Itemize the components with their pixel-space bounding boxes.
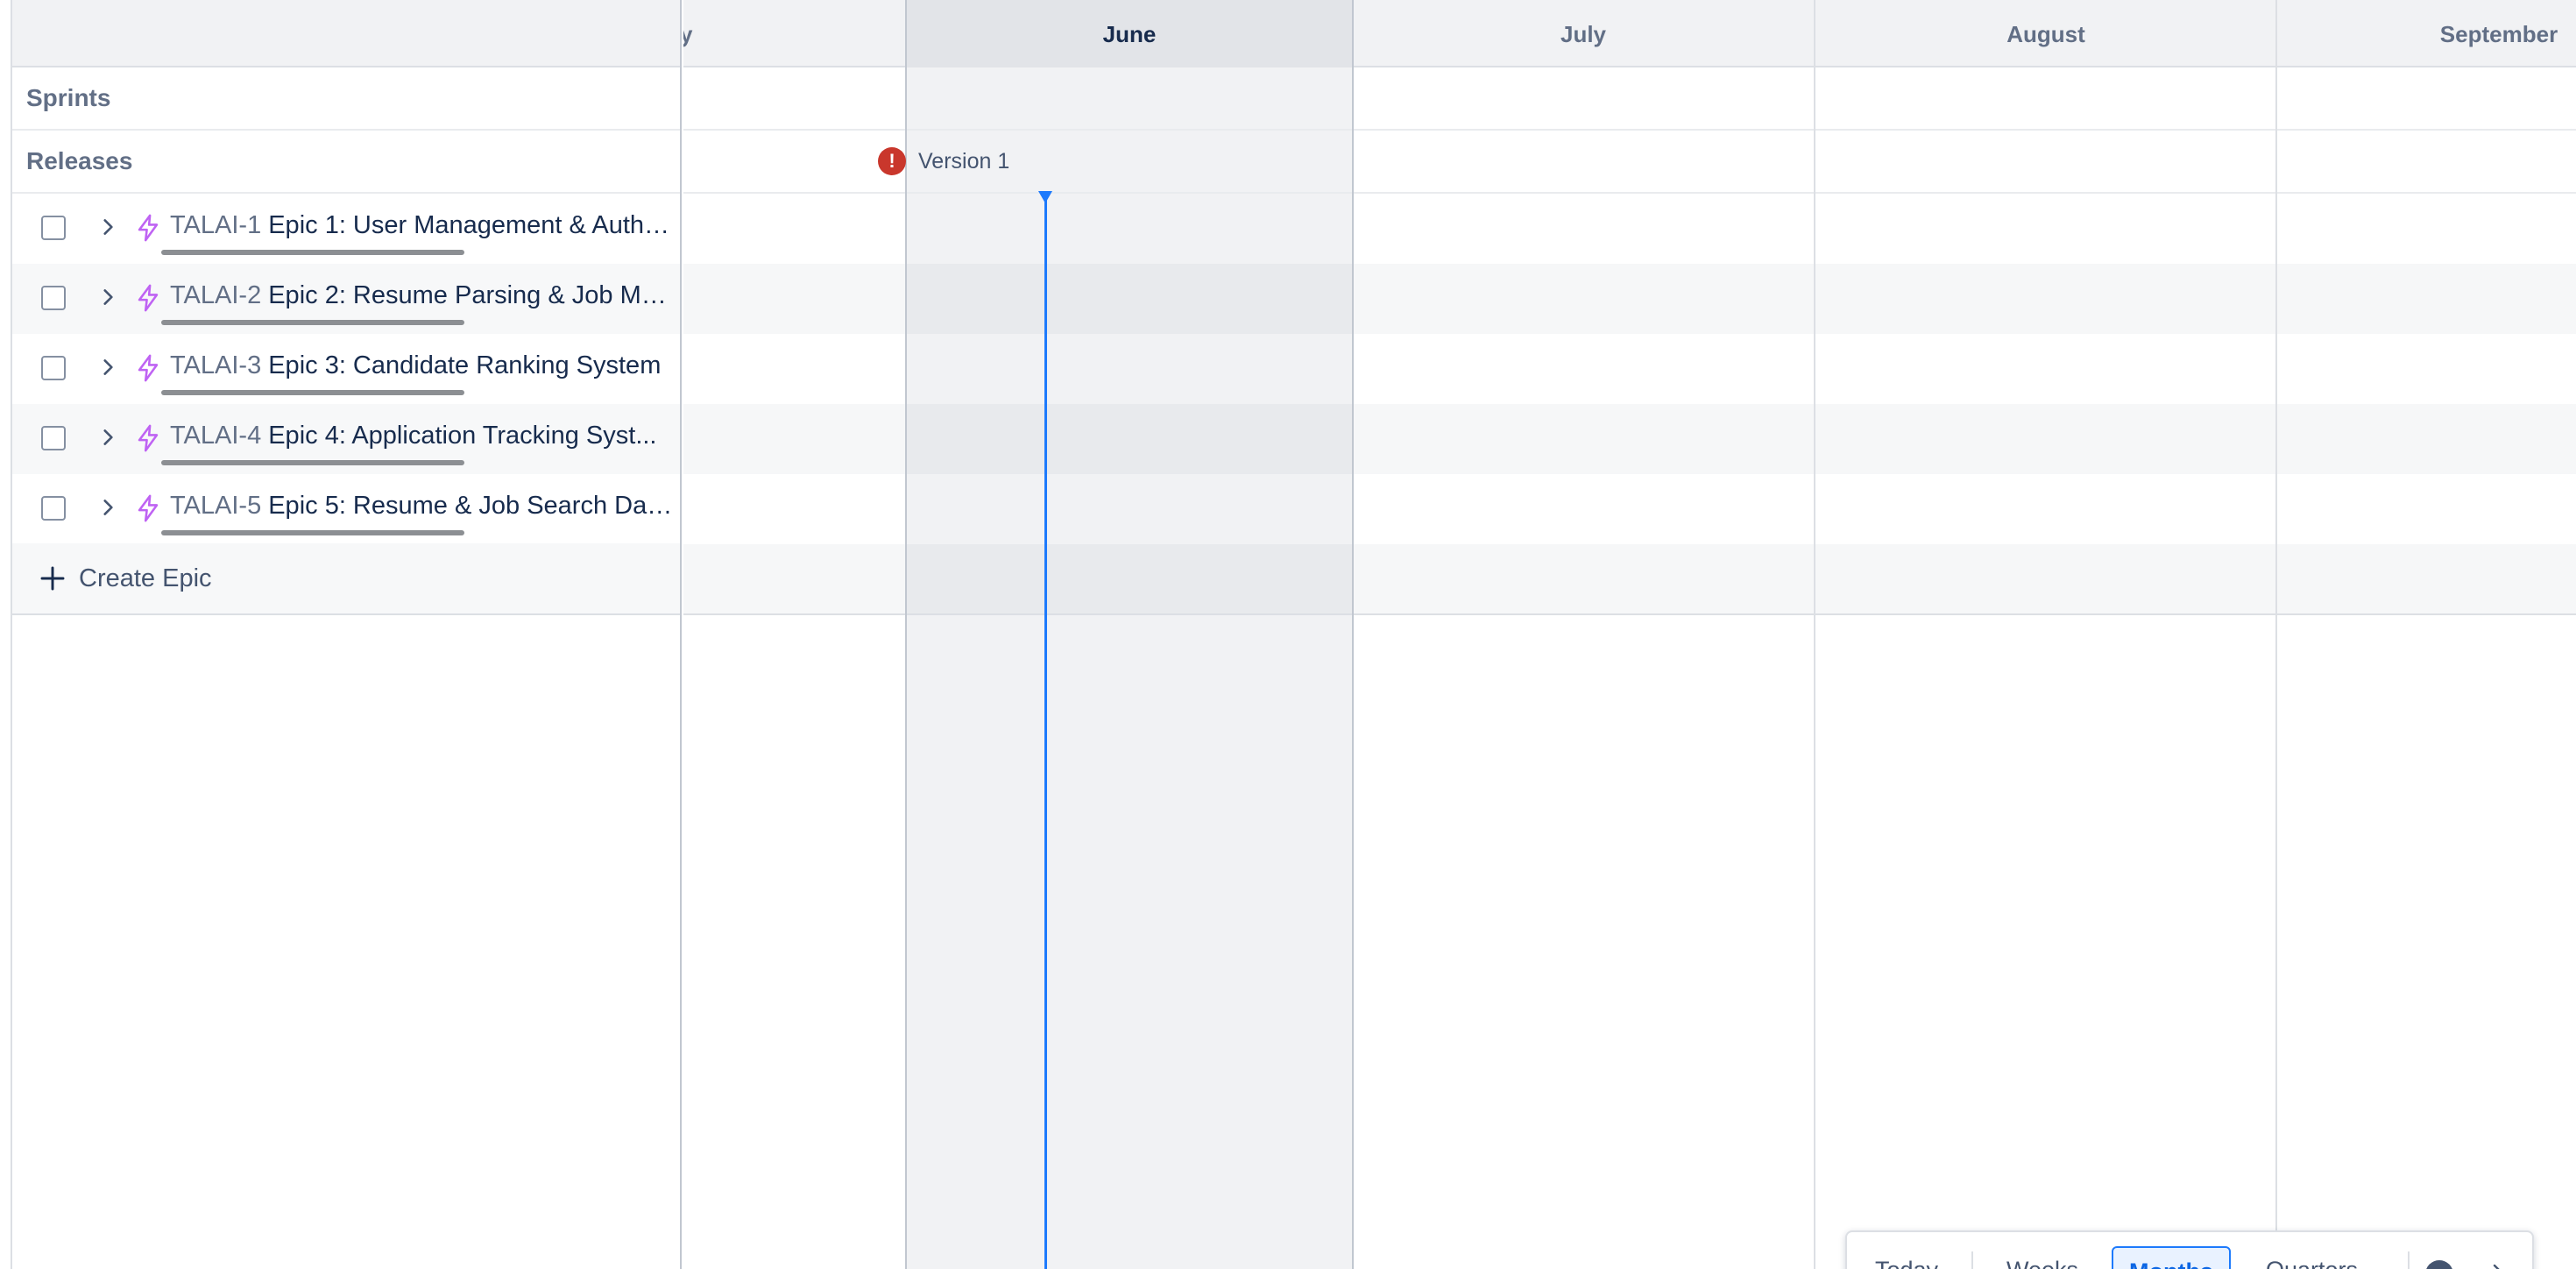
toolbar-divider [2408,1251,2410,1269]
month-label-june: June [1102,21,1157,47]
epic-key: TALAI-2 [170,281,262,309]
chevron-right-icon[interactable] [96,215,119,239]
epic-title-link[interactable]: TALAI-2 Epic 2: Resume Parsing & Job Ma..… [170,281,674,310]
create-epic-button[interactable]: Create Epic [12,543,680,615]
timeline-row-stripe [683,264,2576,334]
epic-checkbox[interactable] [41,286,66,310]
epic-title-link[interactable]: TALAI-4 Epic 4: Application Tracking Syst… [170,422,674,450]
epic-title: Epic 4: Application Tracking Syst... [268,422,657,450]
epic-progress-bar [161,460,464,465]
zoom-months-button[interactable]: Months [2112,1246,2231,1269]
epic-checkbox[interactable] [41,496,66,521]
epic-checkbox[interactable] [41,426,66,450]
epic-lightning-icon [138,214,159,242]
current-month-band [906,0,1353,1269]
roadmap-view: Sprints Releases TALAI-1 Epic 1: User Man… [0,0,2576,1269]
epic-lightning-icon [138,424,159,452]
epic-key: TALAI-3 [170,351,262,379]
timeline-zoom-toolbar: Today Weeks Months Quarters [1845,1230,2534,1269]
zoom-weeks-button[interactable]: Weeks [1991,1246,2094,1269]
sprints-row: Sprints [12,67,680,131]
timeline-grid[interactable]: y June July August September ! Version 1 [683,0,2576,1269]
epic-title-link[interactable]: TALAI-5 Epic 5: Resume & Job Search Das..… [170,492,674,521]
month-label-september: September [2439,21,2558,47]
plus-icon [40,566,65,591]
epic-title-link[interactable]: TALAI-3 Epic 3: Candidate Ranking System [170,351,674,380]
epic-title-link[interactable]: TALAI-1 Epic 1: User Management & Authe..… [170,211,674,240]
epic-list-header [12,0,680,67]
info-icon[interactable] [2425,1260,2453,1269]
zoom-today-button[interactable]: Today [1859,1246,1954,1269]
epic-lightning-icon [138,494,159,522]
month-label-may: y [683,21,693,47]
releases-label: Releases [26,147,133,174]
epic-title: Epic 5: Resume & Job Search Das... [268,492,674,520]
zoom-quarters-button[interactable]: Quarters [2250,1246,2374,1269]
today-line [1044,196,1047,1269]
release-error-icon[interactable]: ! [878,147,906,175]
epic-row[interactable]: TALAI-1 Epic 1: User Management & Authe..… [12,194,680,264]
row-divider [683,192,2576,194]
epic-progress-bar [161,250,464,255]
epic-key: TALAI-4 [170,422,262,450]
create-epic-label: Create Epic [79,564,212,592]
month-label-august: August [2006,21,2085,47]
sprints-label: Sprints [26,84,111,111]
epic-title: Epic 3: Candidate Ranking System [268,351,662,379]
chevron-right-icon[interactable] [96,425,119,450]
month-divider [1814,0,1815,1269]
epic-key: TALAI-1 [170,211,262,239]
epic-progress-bar [161,320,464,325]
epic-progress-bar [161,530,464,535]
epic-list-panel: Sprints Releases TALAI-1 Epic 1: User Man… [11,0,682,1269]
row-divider [683,129,2576,131]
epic-progress-bar [161,390,464,395]
epic-row[interactable]: TALAI-2 Epic 2: Resume Parsing & Job Ma..… [12,264,680,334]
epic-checkbox[interactable] [41,356,66,380]
chevron-right-icon[interactable] [2487,1258,2508,1269]
timeline-row-stripe [683,544,2576,614]
epic-title: Epic 1: User Management & Authe... [268,211,674,239]
epic-row[interactable]: TALAI-4 Epic 4: Application Tracking Syst… [12,404,680,474]
epic-row[interactable]: TALAI-5 Epic 5: Resume & Job Search Das..… [12,474,680,544]
chevron-right-icon[interactable] [96,285,119,309]
epic-checkbox[interactable] [41,216,66,240]
month-divider [905,0,907,1269]
month-divider [2275,0,2277,1269]
epic-lightning-icon [138,284,159,312]
releases-row: Releases [12,131,680,194]
month-label-july: July [1560,21,1607,47]
epic-key: TALAI-5 [170,492,262,520]
epic-title: Epic 2: Resume Parsing & Job Ma... [268,281,674,309]
epic-row[interactable]: TALAI-3 Epic 3: Candidate Ranking System [12,334,680,404]
toolbar-divider [1971,1251,1973,1269]
release-label[interactable]: Version 1 [918,149,1009,174]
chevron-right-icon[interactable] [96,355,119,379]
chevron-right-icon[interactable] [96,495,119,520]
timeline-row-stripe [683,404,2576,474]
month-divider [1352,0,1354,1269]
row-divider [683,613,2576,615]
epic-lightning-icon [138,354,159,382]
